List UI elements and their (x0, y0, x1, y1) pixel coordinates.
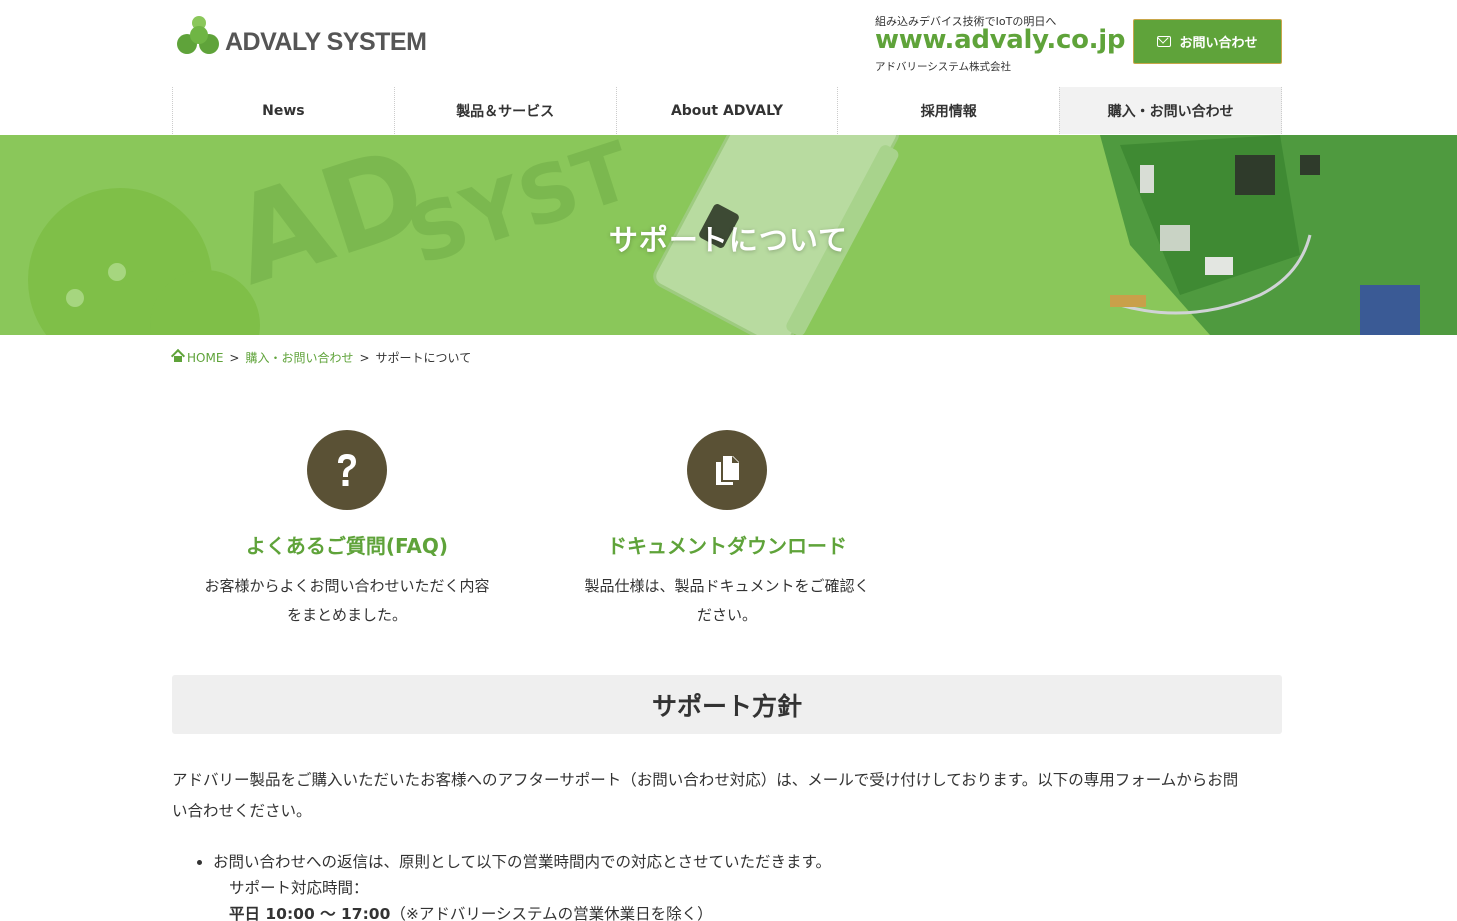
mail-icon (1157, 36, 1172, 47)
hours-note: （※アドバリーシステムの営業休業日を除く） (390, 905, 713, 921)
nav-item-purchase-contact[interactable]: 購入・お問い合わせ (1059, 87, 1282, 134)
faq-desc-line: お客様からよくお問い合わせいただく内容 (204, 577, 490, 595)
nav-item-news[interactable]: News (172, 87, 394, 134)
list-item: お問い合わせへの返信は、原則として以下の営業時間内での対応とさせていただきます。 (213, 850, 831, 875)
document-title[interactable]: ドキュメントダウンロード (567, 530, 887, 559)
faq-desc-line: をまとめました。 (286, 606, 407, 624)
svg-text:SYST: SYST (397, 135, 643, 283)
site-logo[interactable]: ADVALY SYSTEM (177, 16, 427, 60)
breadcrumb-separator: > (359, 350, 370, 365)
hero-title: サポートについて (608, 223, 849, 257)
hours-value: 平日 10:00 〜 17:00 (229, 905, 391, 921)
hero-banner: AD SYST サポートについて (0, 135, 1457, 335)
document-description: 製品仕様は、製品ドキュメントをご確認く ださい。 (567, 572, 887, 630)
site-url[interactable]: www.advaly.co.jp (875, 25, 1125, 55)
hours-value-row: 平日 10:00 〜 17:00（※アドバリーシステムの営業休業日を除く） (229, 901, 831, 921)
contact-button[interactable]: お問い合わせ (1133, 19, 1282, 64)
nav-item-products[interactable]: 製品＆サービス (393, 87, 616, 134)
policy-bullet-list: お問い合わせへの返信は、原則として以下の営業時間内での対応とさせていただきます。… (213, 850, 831, 921)
breadcrumb-separator: > (229, 350, 240, 365)
company-name: アドバリーシステム株式会社 (875, 61, 1011, 73)
nav-item-recruit[interactable]: 採用情報 (837, 87, 1059, 134)
faq-title[interactable]: よくあるご質問(FAQ) (187, 530, 507, 559)
breadcrumb-current: サポートについて (375, 351, 472, 365)
support-policy-heading: サポート方針 (172, 675, 1282, 734)
breadcrumb: HOME > 購入・お問い合わせ > サポートについて (172, 349, 471, 366)
faq-link-icon[interactable] (307, 430, 387, 510)
breadcrumb-purchase-contact[interactable]: 購入・お問い合わせ (245, 349, 353, 366)
document-desc-line: 製品仕様は、製品ドキュメントをご確認く (584, 577, 870, 595)
breadcrumb-home-label: HOME (187, 350, 224, 365)
policy-text-line: い合わせください。 (172, 802, 312, 820)
question-icon (338, 454, 356, 486)
document-card: ドキュメントダウンロード 製品仕様は、製品ドキュメントをご確認く ださい。 (567, 430, 887, 630)
contact-button-label: お問い合わせ (1179, 36, 1258, 51)
bullet-text: お問い合わせへの返信は、原則として以下の営業時間内での対応とさせていただきます。 (213, 853, 831, 871)
nav-item-about[interactable]: About ADVALY (615, 87, 838, 134)
support-policy-text: アドバリー製品をご購入いただいたお客様へのアフターサポート（お問い合わせ対応）は… (172, 765, 1282, 827)
main-nav: News 製品＆サービス About ADVALY 採用情報 購入・お問い合わせ (172, 87, 1282, 134)
breadcrumb-home[interactable]: HOME (172, 351, 223, 365)
faq-card: よくあるご質問(FAQ) お客様からよくお問い合わせいただく内容 をまとめました… (187, 430, 507, 630)
document-link-icon[interactable] (687, 430, 767, 510)
document-desc-line: ださい。 (696, 606, 757, 624)
home-icon (172, 352, 184, 362)
logo-mark-icon (177, 16, 223, 60)
hours-label: サポート対応時間： (229, 879, 369, 897)
faq-description: お客様からよくお問い合わせいただく内容 をまとめました。 (187, 572, 507, 630)
policy-text-line: アドバリー製品をご購入いただいたお客様へのアフターサポート（お問い合わせ対応）は… (172, 771, 1239, 789)
documents-icon (716, 456, 739, 485)
logo-text: ADVALY SYSTEM (225, 27, 427, 56)
